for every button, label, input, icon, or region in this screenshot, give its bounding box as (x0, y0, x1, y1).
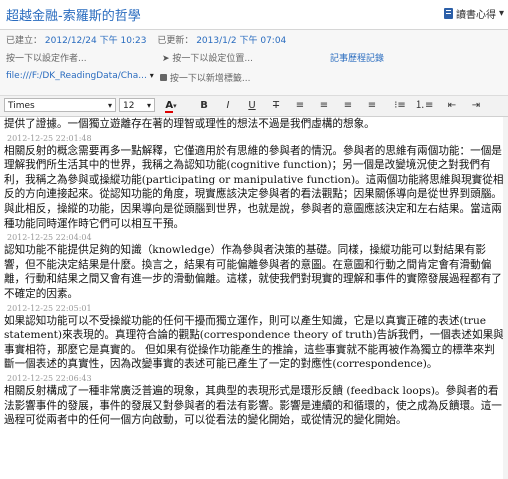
source-url[interactable]: file:///F:/DK_ReadingData/Cha... (6, 71, 147, 81)
chevron-down-icon: ▾ (498, 8, 504, 19)
entry-timestamp: 2012-12-25 22:04:04 (7, 233, 92, 243)
text-color-icon: A (165, 100, 174, 113)
location-field[interactable]: ➤ 按一下以設定位置... (162, 51, 253, 64)
history-link[interactable]: 記事歷程記錄 (330, 51, 384, 64)
entry-timestamp: 2012-12-25 22:01:48 (7, 133, 92, 143)
scrollbar[interactable] (503, 117, 508, 479)
note-paragraph: 認知功能不能提供足夠的知識（knowledge）作為參與者決策的基礎。同樣，操縱… (4, 244, 502, 300)
source-url-field[interactable]: file:///F:/DK_ReadingData/Cha... ▾ (6, 71, 154, 81)
notebook-selector[interactable]: 讀書心得 ▾ (443, 6, 504, 21)
text-color-button[interactable]: A▾ (159, 98, 183, 113)
indent-icon[interactable]: ⇥ (467, 98, 485, 113)
format-toolbar: Times ▾ 12 ▾ A▾ B I U T ≡ ≡ ≡ ≡ ⁝≡ ⒈≡ ⇤ … (0, 96, 508, 117)
strikethrough-button[interactable]: T (267, 98, 285, 113)
font-size-value: 12 (123, 101, 135, 111)
entry-timestamp: 2012-12-25 22:06:43 (7, 373, 92, 383)
tags-placeholder: 按一下以新增標籤... (169, 74, 251, 84)
bold-button[interactable]: B (195, 98, 213, 113)
numbered-list-icon[interactable]: ⒈≡ (415, 98, 433, 113)
updated-label: 已更新： (157, 36, 194, 46)
tags-field[interactable]: 按一下以新增標籤... (160, 71, 250, 84)
created-date[interactable]: 2012/12/24 下午 10:23 (45, 36, 147, 46)
chevron-down-icon: ▾ (173, 102, 177, 110)
author-placeholder: 按一下以設定作者... (6, 54, 87, 64)
font-family-select[interactable]: Times ▾ (4, 98, 116, 112)
italic-button[interactable]: I (219, 98, 237, 113)
note-body[interactable]: 提供了證據。一個獨立遊離存在著的理智或理性的想法不過是我們虛構的想象。 2012… (0, 117, 508, 479)
note-paragraph: 提供了證據。一個獨立遊離存在著的理智或理性的想法不過是我們虛構的想象。 (4, 118, 375, 130)
date-row: 已建立： 2012/12/24 下午 10:23 已更新： 2013/1/2 下… (6, 33, 286, 46)
outdent-icon[interactable]: ⇤ (443, 98, 461, 113)
author-field[interactable]: 按一下以設定作者... (6, 51, 106, 64)
note-paragraph: 相關反射構成了一種非常廣泛普遍的現象，其典型的表現形式是環形反饋 (feedba… (4, 384, 502, 427)
note-metadata: 已建立： 2012/12/24 下午 10:23 已更新： 2013/1/2 下… (0, 30, 508, 96)
entry-timestamp: 2012-12-25 22:05:01 (7, 303, 92, 313)
underline-button[interactable]: U (243, 98, 261, 113)
chevron-down-icon[interactable]: ▾ (150, 71, 154, 80)
location-placeholder: 按一下以設定位置... (172, 54, 254, 64)
font-family-value: Times (8, 101, 35, 111)
notebook-label: 讀書心得 (455, 10, 496, 21)
align-center-icon[interactable]: ≡ (315, 98, 333, 113)
justify-icon[interactable]: ≡ (363, 98, 381, 113)
chevron-down-icon: ▾ (107, 101, 112, 110)
page-title: 超越金融-索羅斯的哲學 (6, 9, 141, 24)
tag-icon (160, 74, 167, 81)
note-paragraph: 如果認知功能可以不受操縱功能的任何干擾而獨立運作，則可以產生知識，它是以真實正確… (4, 314, 504, 371)
align-right-icon[interactable]: ≡ (339, 98, 357, 113)
title-bar: 超越金融-索羅斯的哲學 讀書心得 ▾ (0, 0, 508, 30)
notebook-icon (443, 8, 453, 19)
note-paragraph: 相關反射的概念需要再多一點解釋，它僅適用於有思維的參與者的情況。參與者的思維有兩… (4, 144, 504, 230)
updated-date[interactable]: 2013/1/2 下午 07:04 (196, 36, 286, 46)
bullet-list-icon[interactable]: ⁝≡ (391, 98, 409, 113)
created-label: 已建立： (6, 36, 43, 46)
location-icon: ➤ (162, 54, 170, 64)
font-size-select[interactable]: 12 ▾ (119, 98, 155, 112)
align-left-icon[interactable]: ≡ (291, 98, 309, 113)
chevron-down-icon: ▾ (146, 101, 151, 110)
